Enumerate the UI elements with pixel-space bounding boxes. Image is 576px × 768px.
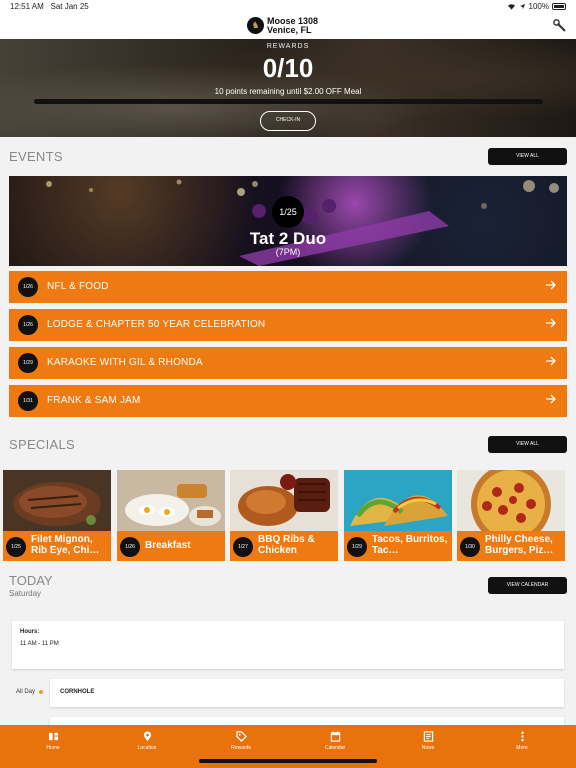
event-row[interactable]: 1/26 LODGE & CHAPTER 50 YEAR CELEBRATION xyxy=(9,309,567,341)
special-card[interactable]: 1/29 Tacos, Burritos, Tac… xyxy=(344,470,452,561)
rewards-progress-bar xyxy=(34,99,543,104)
battery-percent: 100% xyxy=(528,2,549,11)
view-calendar-button[interactable]: VIEW CALENDAR xyxy=(488,577,567,594)
event-name: LODGE & CHAPTER 50 YEAR CELEBRATION xyxy=(47,319,266,330)
event-row[interactable]: 1/29 KARAOKE WITH GIL & RHONDA xyxy=(9,347,567,379)
special-date-badge: 1/25 xyxy=(6,537,26,557)
tab-news[interactable]: News xyxy=(398,731,458,751)
event-name: NFL & FOOD xyxy=(47,281,109,292)
pizza-photo xyxy=(457,470,565,531)
tab-label: Home xyxy=(46,745,60,751)
rewards-tag-icon xyxy=(235,731,247,742)
special-date-badge: 1/26 xyxy=(120,537,140,557)
status-time: 12:51 AM Sat Jan 25 xyxy=(10,2,89,11)
today-day: Saturday xyxy=(9,589,42,598)
events-view-all-button[interactable]: VIEW ALL xyxy=(488,148,567,165)
tacos-photo xyxy=(344,470,452,531)
event-name: FRANK & SAM JAM xyxy=(47,395,141,406)
special-name: Filet Mignon, Rib Eye, Chi… xyxy=(31,534,100,556)
status-date: Sat Jan 25 xyxy=(50,2,89,11)
location-pin-icon xyxy=(143,731,151,742)
event-date-badge: 1/26 xyxy=(18,277,38,297)
specials-title: SPECIALS xyxy=(9,437,75,452)
event-row[interactable]: 1/31 FRANK & SAM JAM xyxy=(9,385,567,417)
today-event-card[interactable]: CORNHOLE xyxy=(50,679,564,707)
tab-more[interactable]: More xyxy=(492,731,552,751)
news-icon xyxy=(423,731,433,742)
arrow-right-icon xyxy=(546,356,556,366)
tab-calendar[interactable]: Calendar xyxy=(305,731,365,751)
featured-event-date: 1/25 xyxy=(272,196,304,228)
status-clock: 12:51 AM xyxy=(10,2,44,11)
tab-home[interactable]: Home xyxy=(23,731,83,751)
featured-event-time: (7PM) xyxy=(275,247,301,257)
battery-icon xyxy=(552,3,566,10)
rewards-hero: REWARDS 0/10 10 points remaining until $… xyxy=(0,39,576,137)
breakfast-photo xyxy=(117,470,225,531)
tab-rewards[interactable]: Rewards xyxy=(211,731,271,751)
special-name: Breakfast xyxy=(145,540,191,551)
hours-label: Hours: xyxy=(20,629,40,635)
status-indicators: 100% xyxy=(507,2,566,11)
steak-photo xyxy=(3,470,111,531)
event-date-badge: 1/26 xyxy=(18,315,38,335)
event-date-badge: 1/31 xyxy=(18,391,38,411)
rewards-label: REWARDS xyxy=(266,43,310,50)
special-card[interactable]: 1/27 BBQ Ribs & Chicken xyxy=(230,470,338,561)
home-icon xyxy=(48,732,58,741)
wrench-settings-icon[interactable] xyxy=(553,19,567,33)
special-date-badge: 1/29 xyxy=(347,537,367,557)
tab-label: More xyxy=(516,745,528,751)
hours-card: Hours: 11 AM - 11 PM xyxy=(12,621,564,669)
special-card[interactable]: 1/30 Philly Cheese, Burgers, Piz… xyxy=(457,470,565,561)
more-icon xyxy=(520,731,524,742)
events-title: EVENTS xyxy=(9,149,63,164)
featured-event-name: Tat 2 Duo xyxy=(249,229,327,248)
event-date-badge: 1/29 xyxy=(18,353,38,373)
arrow-right-icon xyxy=(546,280,556,290)
hours-value: 11 AM - 11 PM xyxy=(20,641,59,647)
special-card[interactable]: 1/26 Breakfast xyxy=(117,470,225,561)
arrow-right-icon xyxy=(546,318,556,328)
calendar-icon xyxy=(330,731,340,742)
arrow-right-icon xyxy=(546,394,556,404)
bbq-ribs-photo xyxy=(230,470,338,531)
today-event-name: CORNHOLE xyxy=(60,689,95,695)
wifi-icon xyxy=(507,4,515,10)
status-bar: 12:51 AM Sat Jan 25 100% xyxy=(0,0,576,14)
special-name: Philly Cheese, Burgers, Piz… xyxy=(485,534,554,556)
checkin-button[interactable]: CHECK-IN xyxy=(260,111,316,131)
special-name: BBQ Ribs & Chicken xyxy=(258,534,315,556)
rewards-points: 0/10 xyxy=(262,53,314,83)
app-header: ♞ Moose 1308 Venice, FL xyxy=(0,14,576,39)
event-dot-icon xyxy=(39,690,43,694)
specials-view-all-button[interactable]: VIEW ALL xyxy=(488,436,567,453)
all-day-label: All Day xyxy=(16,689,36,695)
special-card[interactable]: 1/25 Filet Mignon, Rib Eye, Chi… xyxy=(3,470,111,561)
tab-label: Rewards xyxy=(231,745,251,751)
today-title: TODAY xyxy=(9,573,53,588)
tab-label: News xyxy=(421,745,435,751)
event-name: KARAOKE WITH GIL & RHONDA xyxy=(47,357,203,368)
special-date-badge: 1/27 xyxy=(233,537,253,557)
tab-label: Calendar xyxy=(324,745,346,751)
lodge-title: Moose 1308 Venice, FL xyxy=(267,17,318,35)
event-row[interactable]: 1/26 NFL & FOOD xyxy=(9,271,567,303)
special-name: Tacos, Burritos, Tac… xyxy=(372,534,448,556)
tab-location[interactable]: Location xyxy=(117,731,177,751)
lodge-location: Venice, FL xyxy=(267,25,312,35)
home-indicator xyxy=(199,759,377,763)
location-arrow-icon xyxy=(519,3,525,10)
tab-label: Location xyxy=(137,745,157,751)
rewards-note: 10 points remaining until $2.00 OFF Meal xyxy=(214,87,362,96)
moose-logo-icon: ♞ xyxy=(247,17,264,34)
special-date-badge: 1/30 xyxy=(460,537,480,557)
